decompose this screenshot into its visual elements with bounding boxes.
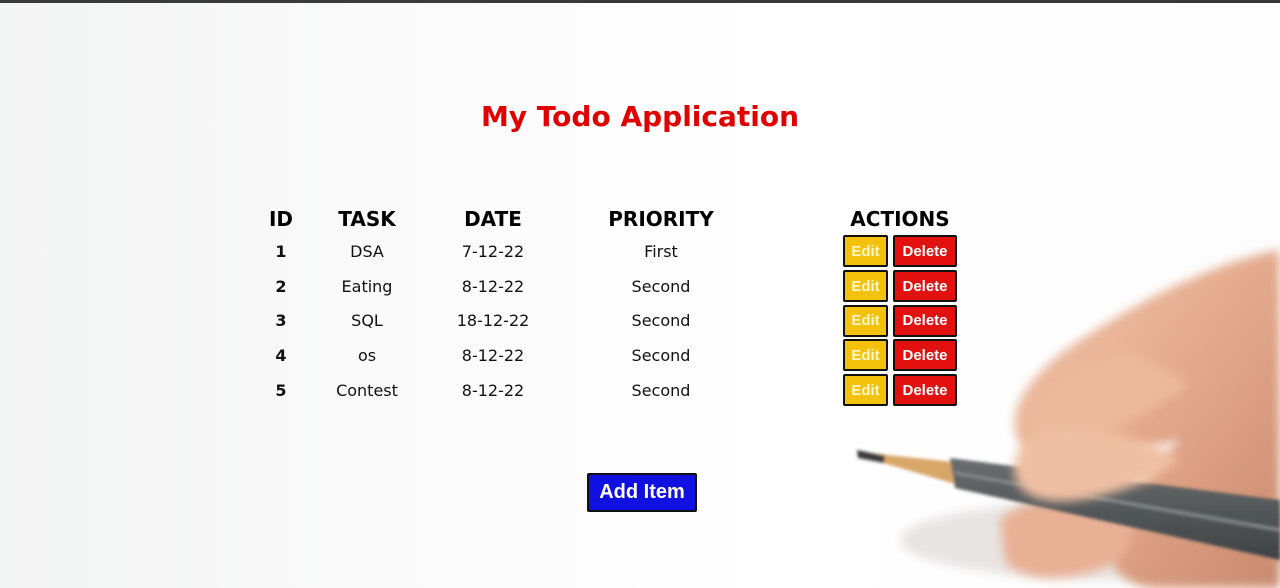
cell-task: os xyxy=(357,345,377,365)
delete-button[interactable]: Delete xyxy=(893,339,957,372)
cell-id: 5 xyxy=(275,380,287,400)
cell-spacer xyxy=(766,373,806,408)
table-row: 3 SQL 18-12-22 Second Edit Delete xyxy=(258,303,994,338)
cell-id: 1 xyxy=(275,241,287,261)
row-actions: Edit Delete xyxy=(806,235,994,268)
cell-spacer xyxy=(766,269,806,304)
cell-actions: Edit Delete xyxy=(806,338,994,373)
row-actions: Edit Delete xyxy=(806,374,994,407)
cell-priority: Second xyxy=(631,345,691,365)
cell-task: Eating xyxy=(341,276,393,296)
row-actions: Edit Delete xyxy=(806,304,994,337)
row-actions: Edit Delete xyxy=(806,270,994,303)
cell-id: 4 xyxy=(275,345,287,365)
edit-button[interactable]: Edit xyxy=(843,374,888,407)
cell-priority: Second xyxy=(631,311,691,331)
cell-actions: Edit Delete xyxy=(806,303,994,338)
edit-button[interactable]: Edit xyxy=(843,270,888,303)
header-spacer xyxy=(766,204,806,234)
header-date: DATE xyxy=(464,207,522,231)
delete-button[interactable]: Delete xyxy=(893,304,957,337)
header-task: TASK xyxy=(338,207,396,231)
cell-actions: Edit Delete xyxy=(806,269,994,304)
cell-actions: Edit Delete xyxy=(806,234,994,269)
add-item-button[interactable]: Add Item xyxy=(587,473,697,512)
cell-task: Contest xyxy=(336,380,398,400)
cell-actions: Edit Delete xyxy=(806,373,994,408)
cell-date: 7-12-22 xyxy=(461,241,525,261)
table-row: 4 os 8-12-22 Second Edit Delete xyxy=(258,338,994,373)
header-actions: ACTIONS xyxy=(850,207,950,231)
delete-button[interactable]: Delete xyxy=(893,235,957,268)
header-id: ID xyxy=(268,207,294,231)
cell-date: 8-12-22 xyxy=(461,345,525,365)
page-title: My Todo Application xyxy=(480,100,800,133)
cell-priority: First xyxy=(644,241,678,261)
table-header-row: ID TASK DATE PRIORITY ACTIONS xyxy=(258,204,994,234)
cell-spacer xyxy=(766,234,806,269)
window-top-border xyxy=(0,0,1280,3)
delete-button[interactable]: Delete xyxy=(893,374,957,407)
edit-button[interactable]: Edit xyxy=(843,235,888,268)
cell-date: 18-12-22 xyxy=(456,311,530,331)
table-row: 1 DSA 7-12-22 First Edit Delete xyxy=(258,234,994,269)
edit-button[interactable]: Edit xyxy=(843,339,888,372)
table-row: 5 Contest 8-12-22 Second Edit Delete xyxy=(258,373,994,408)
cell-priority: Second xyxy=(631,380,691,400)
cell-task: SQL xyxy=(351,311,383,331)
cell-task: DSA xyxy=(350,241,384,261)
cell-id: 2 xyxy=(275,276,287,296)
table-row: 2 Eating 8-12-22 Second Edit Delete xyxy=(258,269,994,304)
todo-table: ID TASK DATE PRIORITY ACTIONS 1 DSA 7-12… xyxy=(258,204,994,407)
cell-date: 8-12-22 xyxy=(461,276,525,296)
cell-date: 8-12-22 xyxy=(461,380,525,400)
cell-id: 3 xyxy=(275,311,287,331)
cell-spacer xyxy=(766,303,806,338)
row-actions: Edit Delete xyxy=(806,339,994,372)
cell-priority: Second xyxy=(631,276,691,296)
delete-button[interactable]: Delete xyxy=(893,270,957,303)
header-priority: PRIORITY xyxy=(608,207,714,231)
edit-button[interactable]: Edit xyxy=(843,304,888,337)
cell-spacer xyxy=(766,338,806,373)
